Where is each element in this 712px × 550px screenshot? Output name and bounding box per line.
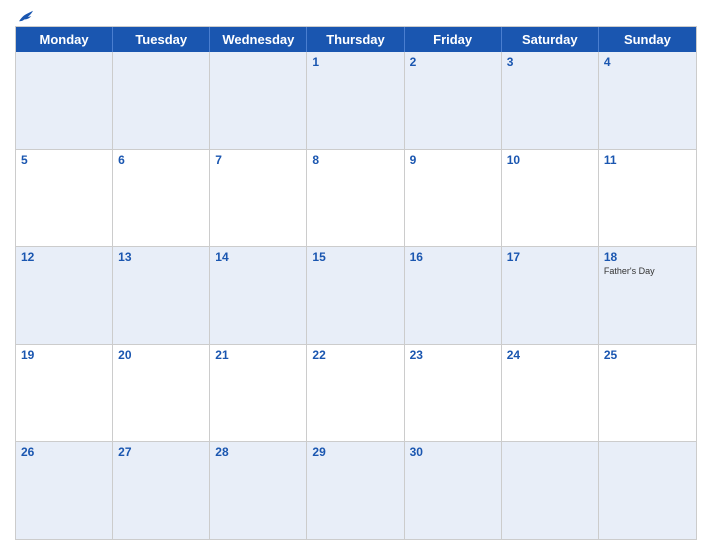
day-cell: 19	[16, 345, 113, 442]
day-header-thursday: Thursday	[307, 27, 404, 52]
day-cell: 20	[113, 345, 210, 442]
day-cell: 17	[502, 247, 599, 344]
day-number: 16	[410, 250, 496, 264]
day-cell: 18 Father's Day	[599, 247, 696, 344]
day-cell: 15	[307, 247, 404, 344]
day-number: 26	[21, 445, 107, 459]
day-number: 22	[312, 348, 398, 362]
day-number: 10	[507, 153, 593, 167]
page-header	[15, 10, 697, 20]
day-cell: 3	[502, 52, 599, 149]
week-row-4: 19 20 21 22 23 24 25	[16, 345, 696, 443]
day-number: 30	[410, 445, 496, 459]
day-cell	[599, 442, 696, 539]
day-cell: 6	[113, 150, 210, 247]
day-cell: 9	[405, 150, 502, 247]
week-row-5: 26 27 28 29 30	[16, 442, 696, 539]
day-header-saturday: Saturday	[502, 27, 599, 52]
day-cell: 4	[599, 52, 696, 149]
day-header-wednesday: Wednesday	[210, 27, 307, 52]
day-cell	[502, 442, 599, 539]
weeks-container: 123456789101112131415161718Father's Day1…	[16, 52, 696, 539]
day-cell: 24	[502, 345, 599, 442]
day-number: 19	[21, 348, 107, 362]
day-number: 18	[604, 250, 691, 264]
day-number: 11	[604, 153, 691, 167]
day-cell: 28	[210, 442, 307, 539]
day-cell: 12	[16, 247, 113, 344]
day-cell: 16	[405, 247, 502, 344]
day-number: 15	[312, 250, 398, 264]
day-cell: 21	[210, 345, 307, 442]
day-cell: 25	[599, 345, 696, 442]
day-cell: 14	[210, 247, 307, 344]
day-header-monday: Monday	[16, 27, 113, 52]
logo	[15, 9, 35, 23]
day-number: 23	[410, 348, 496, 362]
day-header-friday: Friday	[405, 27, 502, 52]
day-cell: 7	[210, 150, 307, 247]
day-number: 8	[312, 153, 398, 167]
day-header-sunday: Sunday	[599, 27, 696, 52]
day-cell: 13	[113, 247, 210, 344]
day-number: 21	[215, 348, 301, 362]
day-number: 2	[410, 55, 496, 69]
day-cell: 11	[599, 150, 696, 247]
day-header-tuesday: Tuesday	[113, 27, 210, 52]
calendar: MondayTuesdayWednesdayThursdayFridaySatu…	[15, 26, 697, 540]
day-number: 29	[312, 445, 398, 459]
day-cell	[210, 52, 307, 149]
day-headers-row: MondayTuesdayWednesdayThursdayFridaySatu…	[16, 27, 696, 52]
day-number: 25	[604, 348, 691, 362]
day-cell: 2	[405, 52, 502, 149]
day-cell: 29	[307, 442, 404, 539]
day-cell: 30	[405, 442, 502, 539]
day-number: 1	[312, 55, 398, 69]
day-number: 7	[215, 153, 301, 167]
day-cell: 27	[113, 442, 210, 539]
logo-blue	[15, 9, 35, 23]
day-number: 27	[118, 445, 204, 459]
day-cell: 10	[502, 150, 599, 247]
day-number: 12	[21, 250, 107, 264]
day-number: 20	[118, 348, 204, 362]
day-cell: 1	[307, 52, 404, 149]
day-cell: 5	[16, 150, 113, 247]
week-row-1: 1234	[16, 52, 696, 150]
day-cell	[113, 52, 210, 149]
week-row-2: 56789 10 11	[16, 150, 696, 248]
day-number: 5	[21, 153, 107, 167]
day-number: 17	[507, 250, 593, 264]
holiday-label: Father's Day	[604, 266, 691, 277]
day-number: 4	[604, 55, 691, 69]
day-number: 9	[410, 153, 496, 167]
day-cell: 26	[16, 442, 113, 539]
day-number: 13	[118, 250, 204, 264]
day-number: 14	[215, 250, 301, 264]
day-number: 28	[215, 445, 301, 459]
day-cell	[16, 52, 113, 149]
day-cell: 23	[405, 345, 502, 442]
week-row-3: 12 13 14 15 16 17 18 Father's Day	[16, 247, 696, 345]
day-number: 3	[507, 55, 593, 69]
day-number: 24	[507, 348, 593, 362]
day-cell: 8	[307, 150, 404, 247]
day-cell: 22	[307, 345, 404, 442]
day-number: 6	[118, 153, 204, 167]
